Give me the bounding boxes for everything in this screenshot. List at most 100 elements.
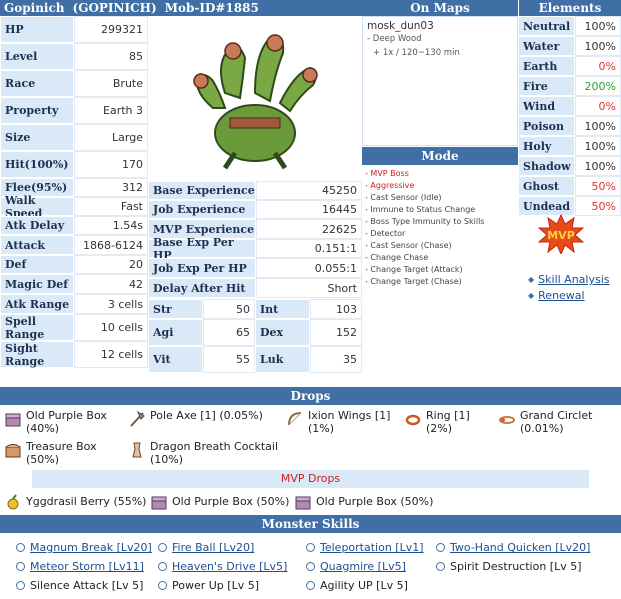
stat-label: Def <box>0 255 74 274</box>
skill-item[interactable]: Quagmire [Lv5] <box>306 560 406 573</box>
stat-label: HP <box>0 16 74 43</box>
element-label: Fire <box>518 76 575 96</box>
skill-name[interactable]: Two-Hand Quicken [Lv20] <box>450 541 590 554</box>
drop-name: Old Purple Box <box>26 409 107 422</box>
mob-sprite-name: (GOPINICH) <box>72 1 157 15</box>
element-label: Neutral <box>518 16 575 36</box>
attr-label: Agi <box>148 319 203 346</box>
element-value: 0% <box>575 96 621 116</box>
stat-value: Earth 3 <box>74 97 148 124</box>
exp-value: 16445 <box>256 200 362 219</box>
mvp-badge: MVP <box>537 213 585 256</box>
stat-value: 12 cells <box>74 341 148 368</box>
drop-name: Pole Axe [1] (0.05%) <box>150 409 263 422</box>
element-label: Earth <box>518 56 575 76</box>
element-value: 0% <box>575 56 621 76</box>
skill-name[interactable]: Magnum Break [Lv20] <box>30 541 152 554</box>
exp-label: Base Experience <box>148 181 256 200</box>
mvp-drop-item[interactable]: Old Purple Box (50%) <box>294 492 433 511</box>
attr-value: 65 <box>203 319 255 346</box>
drop-item[interactable]: Ring [1] (2%) <box>404 409 470 435</box>
stat-value: Brute <box>74 70 148 97</box>
exp-value: 22625 <box>256 219 362 239</box>
treasure-box-icon <box>5 444 21 458</box>
stat-value: 3 cells <box>74 294 148 314</box>
element-label: Wind <box>518 96 575 116</box>
exp-label: Delay After Hit <box>148 278 256 298</box>
mvp-drop-item[interactable]: Yggdrasil Berry (55%) <box>4 492 146 511</box>
stat-label: Spell Range <box>0 314 74 341</box>
stat-value: Large <box>74 124 148 151</box>
ring-icon <box>405 414 421 426</box>
drop-name: Dragon Breath Cocktail <box>150 440 279 453</box>
mvp-drop-text: Old Purple Box (50%) <box>172 495 290 508</box>
skill-name[interactable]: Meteor Storm [Lv11] <box>30 560 144 573</box>
on-maps-panel: mosk_dun03 - Deep Wood + 1x / 120~130 mi… <box>362 16 518 146</box>
drop-item[interactable]: Dragon Breath Cocktail (10%) <box>128 440 278 466</box>
drop-item[interactable]: Old Purple Box (40%) <box>4 409 107 435</box>
skill-item[interactable]: Magnum Break [Lv20] <box>16 541 152 554</box>
skill-name[interactable]: Teleportation [Lv1] <box>320 541 424 554</box>
stat-label: Hit(100%) <box>0 151 74 178</box>
drop-name: Ring [1] <box>426 409 470 422</box>
skill-item: Silence Attack [Lv 5] <box>16 579 143 592</box>
attr-value: 50 <box>203 299 255 319</box>
purple-box-icon <box>295 496 311 510</box>
skill-analysis-link-row[interactable]: ◆ Skill Analysis <box>528 273 610 286</box>
bullet-icon <box>436 562 445 571</box>
mob-id: Mob-ID#1885 <box>164 1 259 15</box>
stat-label: Level <box>0 43 74 70</box>
skill-item[interactable]: Teleportation [Lv1] <box>306 541 424 554</box>
exp-label: Base Exp Per HP <box>148 236 256 262</box>
stat-label: Walk Speed <box>0 194 74 220</box>
bullet-icon <box>306 543 315 552</box>
attr-value: 103 <box>310 299 362 319</box>
mode-item: - Boss Type Immunity to Skills <box>365 217 485 226</box>
skill-item[interactable]: Fire Ball [Lv20] <box>158 541 254 554</box>
skill-item[interactable]: Heaven's Drive [Lv5] <box>158 560 287 573</box>
stat-label: Magic Def <box>0 274 74 294</box>
bullet-icon <box>16 543 25 552</box>
monster-sprite <box>148 16 362 180</box>
skill-name[interactable]: Quagmire [Lv5] <box>320 560 406 573</box>
mvp-drop-text: Yggdrasil Berry (55%) <box>26 495 147 508</box>
stat-value: 10 cells <box>74 314 148 341</box>
diamond-icon: ◆ <box>528 291 535 300</box>
stat-value: 1868-6124 <box>74 235 148 255</box>
bullet-icon <box>16 562 25 571</box>
elements-header: Elements <box>519 0 621 16</box>
element-value: 50% <box>575 176 621 196</box>
mode-item: - Aggressive <box>365 181 415 190</box>
skill-name[interactable]: Fire Ball [Lv20] <box>172 541 254 554</box>
skill-name: Agility UP [Lv 5] <box>320 579 408 592</box>
stat-label: Attack <box>0 235 74 255</box>
mvp-drop-item[interactable]: Old Purple Box (50%) <box>150 492 289 511</box>
drop-item[interactable]: Grand Circlet (0.01%) <box>498 409 592 435</box>
exp-value: 45250 <box>256 181 362 200</box>
cocktail-icon <box>132 442 142 458</box>
skill-name: Silence Attack [Lv 5] <box>30 579 144 592</box>
attributes-table: Str 50 Int 103 Agi 65 Dex 152 Vit 55 Luk 35 <box>148 299 362 373</box>
drop-item[interactable]: Pole Axe [1] (0.05%) <box>128 409 263 428</box>
skill-name[interactable]: Heaven's Drive [Lv5] <box>172 560 287 573</box>
drop-item[interactable]: Treasure Box (50%) <box>4 440 97 466</box>
purple-box-icon <box>151 496 167 510</box>
renewal-link-row[interactable]: ◆ Renewal <box>528 289 585 302</box>
skill-item: Spirit Destruction [Lv 5] <box>436 560 582 573</box>
mode-item: - Change Target (Chase) <box>365 277 462 286</box>
skill-analysis-link[interactable]: Skill Analysis <box>538 273 609 286</box>
drop-chance: (2%) <box>426 422 453 435</box>
bullet-icon <box>158 562 167 571</box>
drop-item[interactable]: Ixion Wings [1] (1%) <box>286 409 390 435</box>
mode-item: - Cast Sensor (Chase) <box>365 241 452 250</box>
drop-chance: (1%) <box>308 422 335 435</box>
attr-label: Dex <box>255 319 310 346</box>
skill-item[interactable]: Meteor Storm [Lv11] <box>16 560 144 573</box>
bullet-icon <box>306 562 315 571</box>
bullet-icon <box>158 543 167 552</box>
stat-value: 312 <box>74 178 148 197</box>
map-id[interactable]: mosk_dun03 <box>367 20 513 32</box>
renewal-link[interactable]: Renewal <box>538 289 584 302</box>
skill-item[interactable]: Two-Hand Quicken [Lv20] <box>436 541 590 554</box>
mode-list: - MVP Boss - Aggressive - Cast Sensor (Idl… <box>365 168 517 288</box>
